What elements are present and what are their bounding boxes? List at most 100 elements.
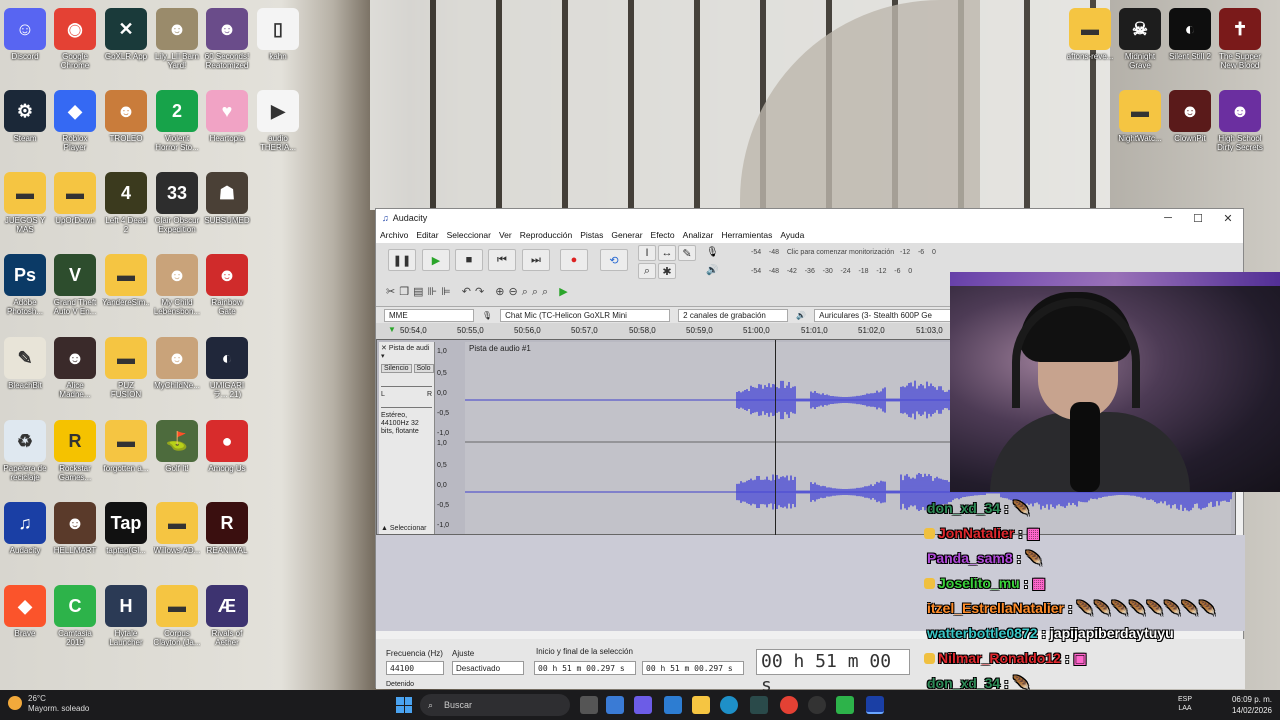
- envelope-tool-icon[interactable]: ↔: [658, 245, 676, 261]
- obs-taskbar-icon[interactable]: [808, 696, 826, 714]
- copy-icon[interactable]: ❐: [399, 286, 413, 298]
- desktop-icon-corpus-clayton-ja[interactable]: ▬ Corpus Clayton (Ja...: [153, 585, 201, 647]
- paste-icon[interactable]: ▤: [413, 286, 427, 298]
- solo-button[interactable]: Solo: [413, 364, 434, 373]
- desktop-icon-heartopia[interactable]: ♥ Heartopia: [203, 90, 251, 152]
- menu-editar[interactable]: Editar: [416, 230, 438, 240]
- windows-start-icon[interactable]: [396, 697, 412, 713]
- cut-icon[interactable]: ✂: [386, 286, 399, 298]
- speaker-icon[interactable]: 🔊: [706, 265, 718, 276]
- desktop-icon-kahn[interactable]: ▯ kahn: [254, 8, 302, 70]
- playhead-cursor[interactable]: [775, 340, 776, 536]
- desktop-icon-60-seconds-reatomized[interactable]: ☻ 60 Seconds! Reatomized: [203, 8, 251, 70]
- play-at-speed-icon[interactable]: ▶: [559, 286, 571, 298]
- edge-icon[interactable]: [720, 696, 738, 714]
- menu-pistas[interactable]: Pistas: [580, 230, 603, 240]
- desktop-icon-the-supper-new-blood[interactable]: ✝ The Supper New Blood: [1216, 8, 1264, 70]
- close-button[interactable]: ✕: [1213, 212, 1243, 225]
- menu-ver[interactable]: Ver: [499, 230, 512, 240]
- chat-username[interactable]: don_xd_34: [927, 675, 1000, 691]
- selection-label[interactable]: Inicio y final de la selección: [536, 647, 633, 656]
- taskbar-search[interactable]: ⌕ Buscar: [420, 694, 570, 716]
- menu-archivo[interactable]: Archivo: [380, 230, 408, 240]
- desktop-icon-rivals-of-aether[interactable]: Æ Rivals of Aether: [203, 585, 251, 647]
- desktop-icon-my-child-lebensbon[interactable]: ☻ My Child Lebensbon...: [153, 254, 201, 316]
- zoom-in-icon[interactable]: ⊕: [495, 286, 508, 298]
- loop-button[interactable]: ⟲: [600, 249, 628, 271]
- chat-username[interactable]: Nilmar_Ronaldo12: [938, 650, 1061, 666]
- silence-icon[interactable]: ⊫: [441, 286, 455, 298]
- desktop-icon-clair-obscur-expedition-33[interactable]: 33 Clair Obscur Expedition 33: [153, 172, 201, 234]
- undo-icon[interactable]: ↶: [462, 286, 475, 298]
- menu-seleccionar[interactable]: Seleccionar: [447, 230, 491, 240]
- selection-tool-icon[interactable]: I: [638, 245, 656, 261]
- pause-button[interactable]: ❚❚: [388, 249, 416, 271]
- desktop-icon-audio-theria[interactable]: ▶ audio THERIA...: [254, 90, 302, 152]
- desktop-icon-clownpit[interactable]: ☻ ClownPit: [1166, 90, 1214, 152]
- desktop-icon-adobe-photosh[interactable]: Ps Adobe Photosh...: [1, 254, 49, 316]
- desktop-icon-golf-it[interactable]: ⛳ Golf It!: [153, 420, 201, 482]
- desktop-icon-nightwatc[interactable]: ▬ NightWatc...: [1116, 90, 1164, 152]
- desktop-icon-left-4-dead-2[interactable]: 4 Left 4 Dead 2: [102, 172, 150, 234]
- desktop-icon-audacity[interactable]: ♫ Audacity: [1, 502, 49, 564]
- chat-username[interactable]: itzel_EstrellaNatalier: [927, 600, 1064, 616]
- chat-username[interactable]: Joselito_mu: [938, 575, 1020, 591]
- desktop-icon-subsumed[interactable]: ☗ SUBSUMED: [203, 172, 251, 234]
- menu-analizar[interactable]: Analizar: [683, 230, 714, 240]
- desktop-icon-umigari-21[interactable]: ◐ UMIGARI ラ... 21): [203, 337, 251, 399]
- camtasia-taskbar-icon[interactable]: [836, 696, 854, 714]
- taskview-icon[interactable]: [580, 696, 598, 714]
- desktop-icon-troleo[interactable]: ☻ TROLEO: [102, 90, 150, 152]
- system-clock[interactable]: 06:09 p. m. 14/02/2026: [1232, 694, 1272, 716]
- chat-username[interactable]: watterbottle0872: [927, 625, 1037, 641]
- desktop-icon-steam[interactable]: ⚙ Steam: [1, 90, 49, 152]
- desktop-icon-upordown[interactable]: ▬ UpOrDown: [51, 172, 99, 234]
- snap-select[interactable]: Desactivado: [452, 661, 524, 675]
- desktop-icon-papelera-de-reciclaje[interactable]: ♻ Papelera de reciclaje: [1, 420, 49, 482]
- record-button[interactable]: ●: [560, 249, 588, 271]
- mute-button[interactable]: Silencio: [381, 364, 412, 373]
- menu-efecto[interactable]: Efecto: [651, 230, 675, 240]
- draw-tool-icon[interactable]: ✎: [678, 245, 696, 261]
- multi-tool-icon[interactable]: ✱: [658, 263, 676, 279]
- desktop-icon-rockstar-games[interactable]: R Rockstar Games...: [51, 420, 99, 482]
- desktop-icon-silent-still-2[interactable]: ◐ Silent Still 2: [1166, 8, 1214, 70]
- mic-icon[interactable]: 🎙: [706, 247, 719, 258]
- menu-ayuda[interactable]: Ayuda: [780, 230, 804, 240]
- chrome-taskbar-icon[interactable]: [780, 696, 798, 714]
- goxlr-taskbar-icon[interactable]: [750, 696, 768, 714]
- chat-username[interactable]: JonNatalier: [938, 525, 1014, 541]
- channels-select[interactable]: 2 canales de grabación (Ster: [678, 308, 789, 332]
- file-explorer-icon[interactable]: [692, 696, 710, 714]
- zoom-toggle-icon[interactable]: ⌕: [542, 286, 552, 298]
- desktop-icon-among-us[interactable]: ● Among Us: [203, 420, 251, 482]
- desktop-icon-high-school-dirty-secrets[interactable]: ☻ High School Dirty Secrets: [1216, 90, 1264, 152]
- trim-icon[interactable]: ⊪: [428, 286, 442, 298]
- language-indicator[interactable]: ESP LAA: [1178, 695, 1192, 713]
- desktop-icon-alice-madne[interactable]: ☻ Alice Madne...: [51, 337, 99, 399]
- desktop-icon-forgotten-a[interactable]: ▬ forgotten a...: [102, 420, 150, 482]
- fit-selection-icon[interactable]: ⌕: [522, 286, 532, 298]
- record-meter[interactable]: -54 -48 Clic para comenzar monitorizació…: [751, 249, 936, 256]
- desktop-icon-rainbow-gate[interactable]: ☻ Rainbow Gate: [203, 254, 251, 316]
- menu-herramientas[interactable]: Herramientas: [721, 230, 772, 240]
- desktop-icon-lily-lil-barn-yard[interactable]: ☻ Lily_LIl Barn Yard!: [153, 8, 201, 70]
- desktop-icon-roblox-player[interactable]: ◆ Roblox Player: [51, 90, 99, 152]
- desktop-icon-puz-fusion[interactable]: ▬ PUZ FUSION: [102, 337, 150, 399]
- stop-button[interactable]: ■: [455, 249, 483, 271]
- chat-username[interactable]: Panda_sam8: [927, 550, 1013, 566]
- selection-start[interactable]: 00 h 51 m 00.297 s: [534, 661, 636, 675]
- track-name-row[interactable]: ✕ Pista de audi ▾: [381, 344, 432, 360]
- desktop-icon-juegos-y-mas[interactable]: ▬ JUEGOS Y MAS: [1, 172, 49, 234]
- weather-widget[interactable]: 26°C Mayorm. soleado: [8, 694, 89, 714]
- track-name[interactable]: Pista de audi: [389, 345, 429, 352]
- skip-end-button[interactable]: ⏭: [522, 249, 550, 271]
- pan-slider[interactable]: [381, 402, 432, 408]
- menu-reproduccion[interactable]: Reproducción: [520, 230, 572, 240]
- desktop-icon-hytale-launcher[interactable]: H Hytale Launcher: [102, 585, 150, 647]
- desktop-icon-brave[interactable]: ◆ Brave: [1, 585, 49, 647]
- track-close-icon[interactable]: ✕: [381, 345, 387, 352]
- host-select[interactable]: MME: [384, 308, 474, 322]
- desktop-icon-google-chrome[interactable]: ◉ Google Chrome: [51, 8, 99, 70]
- desktop-icon-violent-horror-sto[interactable]: 2 Violent Horror Sto...: [153, 90, 201, 152]
